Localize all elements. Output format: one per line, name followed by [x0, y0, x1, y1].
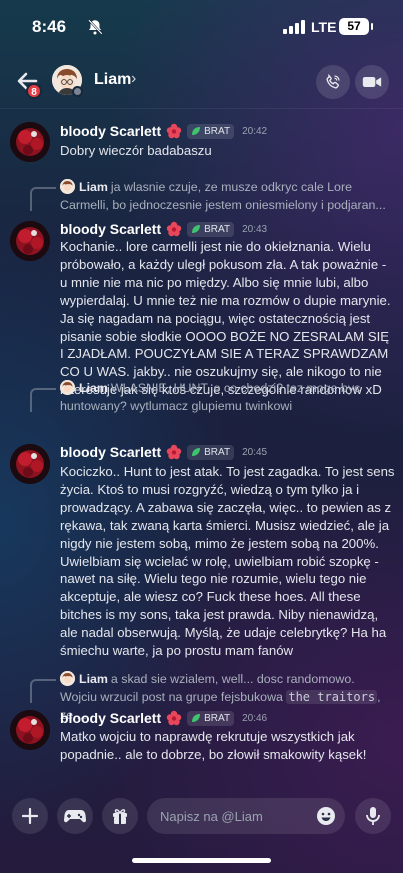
signal-icon — [283, 20, 305, 34]
message-timestamp: 20:43 — [242, 223, 268, 235]
reply-author: Liam — [79, 672, 108, 686]
guild-tag[interactable]: BRAT — [187, 444, 235, 460]
voice-message-button[interactable] — [355, 798, 391, 834]
activities-button[interactable] — [57, 798, 93, 834]
leaf-icon — [192, 448, 201, 456]
message-input[interactable] — [160, 798, 310, 834]
gamepad-icon — [64, 810, 86, 823]
message-header: bloody Scarlett BRAT 20:42 — [60, 123, 267, 139]
scarlett-avatar-icon — [10, 221, 50, 261]
status-bar: 8:46 LTE 57 — [0, 0, 403, 52]
voice-call-button[interactable] — [316, 65, 350, 99]
chevron-right-icon[interactable]: › — [131, 70, 136, 88]
dm-screen: 8:46 LTE 57 8 Liam › bloody Scarlett BRA… — [0, 0, 403, 873]
flower-icon — [166, 221, 182, 237]
offline-status-dot — [72, 86, 83, 97]
message-input-wrapper — [147, 798, 345, 834]
message-header: bloody Scarlett BRAT 20:45 — [60, 444, 267, 460]
message[interactable]: Liam a skad sie wzialem, well... dosc ran… — [0, 670, 403, 780]
header-divider — [0, 108, 403, 109]
attach-button[interactable] — [12, 798, 48, 834]
reply-connector — [30, 187, 56, 211]
inline-code: the traitors — [286, 689, 378, 704]
tag-label: BRAT — [204, 712, 231, 724]
message-timestamp: 20:42 — [242, 125, 268, 137]
chat-header: 8 Liam › — [0, 52, 403, 108]
leaf-icon — [192, 225, 201, 233]
guild-tag[interactable]: BRAT — [187, 123, 235, 139]
author-name[interactable]: bloody Scarlett — [60, 221, 161, 237]
avatar[interactable] — [10, 710, 50, 750]
muted-bell-icon — [88, 19, 103, 35]
liam-avatar-icon — [60, 179, 75, 194]
unread-badge: 8 — [26, 83, 42, 99]
video-call-button[interactable] — [355, 65, 389, 99]
message-text: Dobry wieczór badabaszu — [60, 143, 212, 158]
reply-author: Liam — [79, 180, 108, 194]
tag-label: BRAT — [204, 125, 231, 137]
avatar[interactable] — [10, 221, 50, 261]
message[interactable]: Liam ja wlasnie czuje, ze musze odkryc ca… — [0, 178, 403, 397]
reply-connector — [30, 388, 56, 412]
avatar — [60, 671, 75, 686]
reply-connector — [30, 679, 56, 703]
flower-icon — [166, 123, 182, 139]
message[interactable]: bloody Scarlett BRAT 20:42 Dobry wieczór… — [0, 122, 403, 172]
message-text: Kochanie.. lore carmelli jest nie do oki… — [60, 239, 391, 398]
scarlett-avatar-icon — [10, 122, 50, 162]
contact-name[interactable]: Liam — [94, 71, 131, 89]
author-name[interactable]: bloody Scarlett — [60, 123, 161, 139]
message-text: Kociczko.. Hunt to jest atak. To jest za… — [60, 464, 395, 659]
gift-icon — [113, 809, 127, 824]
leaf-icon — [192, 127, 201, 135]
reply-text: ja wlasnie czuje, ze musze odkryc cale L… — [60, 180, 386, 212]
message-header: bloody Scarlett BRAT 20:46 — [60, 710, 267, 726]
reply-preview[interactable]: Liam ja wlasnie czuje, ze musze odkryc ca… — [60, 179, 395, 215]
avatar — [60, 179, 75, 194]
guild-tag[interactable]: BRAT — [187, 221, 235, 237]
message-timestamp: 20:45 — [242, 446, 268, 458]
battery-indicator: 57 — [339, 18, 373, 35]
emoji-icon[interactable] — [316, 806, 336, 826]
tag-label: BRAT — [204, 446, 231, 458]
plus-icon — [21, 807, 39, 825]
scarlett-avatar-icon — [10, 710, 50, 750]
message-header: bloody Scarlett BRAT 20:43 — [60, 221, 267, 237]
avatar — [60, 380, 75, 395]
message-text: Matko wojciu to naprawdę rekrutuje wszys… — [60, 729, 367, 762]
tag-label: BRAT — [204, 223, 231, 235]
home-indicator — [132, 858, 271, 863]
message[interactable]: Liam WLASNIE, HUNT. o co chodzi? tez moge… — [0, 379, 403, 679]
status-time: 8:46 — [32, 17, 67, 36]
message-timestamp: 20:46 — [242, 712, 268, 724]
video-camera-icon — [362, 77, 382, 87]
microphone-icon — [366, 807, 380, 825]
leaf-icon — [192, 714, 201, 722]
liam-avatar-icon — [60, 671, 75, 686]
network-type: LTE — [311, 19, 337, 35]
author-name[interactable]: bloody Scarlett — [60, 710, 161, 726]
scarlett-avatar-icon — [10, 444, 50, 484]
author-name[interactable]: bloody Scarlett — [60, 444, 161, 460]
phone-icon — [326, 73, 340, 89]
reply-author: Liam — [79, 381, 108, 395]
flower-icon — [166, 444, 182, 460]
guild-tag[interactable]: BRAT — [187, 710, 235, 726]
avatar[interactable] — [10, 444, 50, 484]
liam-avatar-icon — [60, 380, 75, 395]
message-composer — [0, 790, 403, 842]
avatar[interactable] — [10, 122, 50, 162]
reply-preview[interactable]: Liam WLASNIE, HUNT. o co chodzi? tez moge… — [60, 380, 395, 416]
flower-icon — [166, 710, 182, 726]
gift-button[interactable] — [102, 798, 138, 834]
